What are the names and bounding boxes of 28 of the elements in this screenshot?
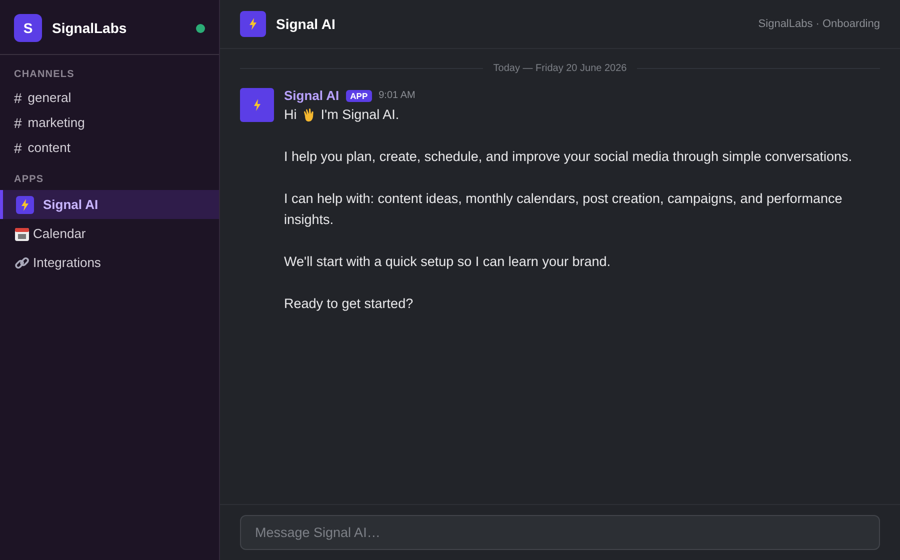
calendar-icon — [14, 226, 30, 242]
message-input[interactable]: Message Signal AI… — [240, 515, 880, 550]
date-divider: Today — Friday 20 June 2026 — [492, 63, 628, 74]
sidebar-item[interactable]: Integrations — [0, 248, 219, 277]
message-paragraph: Ready to get started? — [284, 295, 414, 313]
message-paragraph: We'll start with a quick setup so I can learn your brand. — [284, 253, 612, 271]
section-heading: APPS — [13, 174, 45, 187]
lightning-icon — [16, 196, 34, 214]
link-icon — [14, 254, 30, 270]
sidebar-item[interactable]: # general — [0, 85, 219, 110]
sidebar-item[interactable]: Calendar — [0, 219, 219, 248]
workspace-name: SignalLabs — [52, 20, 128, 36]
section-heading: CHANNELS — [13, 69, 76, 82]
breadcrumb: SignalLabs · Onboarding — [758, 18, 880, 30]
message-paragraph: I help you plan, create, schedule, and improve your social media through simple conversations. — [284, 148, 854, 166]
sidebar-item[interactable]: Signal AI — [0, 190, 219, 219]
lightning-icon — [240, 11, 266, 37]
sidebar-item[interactable]: # content — [0, 135, 219, 160]
app-badge: APP — [346, 90, 372, 102]
greeting-text: Hi — [284, 106, 297, 124]
channel-title: Signal AI — [276, 16, 336, 32]
greeting-text: I'm Signal AI. — [320, 106, 400, 124]
message-time: 9:01 AM — [378, 90, 416, 101]
lightning-icon — [240, 88, 274, 122]
author-name: Signal AI — [284, 88, 340, 103]
workspace-logo: S — [14, 14, 42, 42]
sidebar-item[interactable]: # marketing — [0, 110, 219, 135]
message-paragraph: I can help with: content ideas, monthly calendars, post creation, campaigns, and performance insights. — [284, 190, 844, 229]
